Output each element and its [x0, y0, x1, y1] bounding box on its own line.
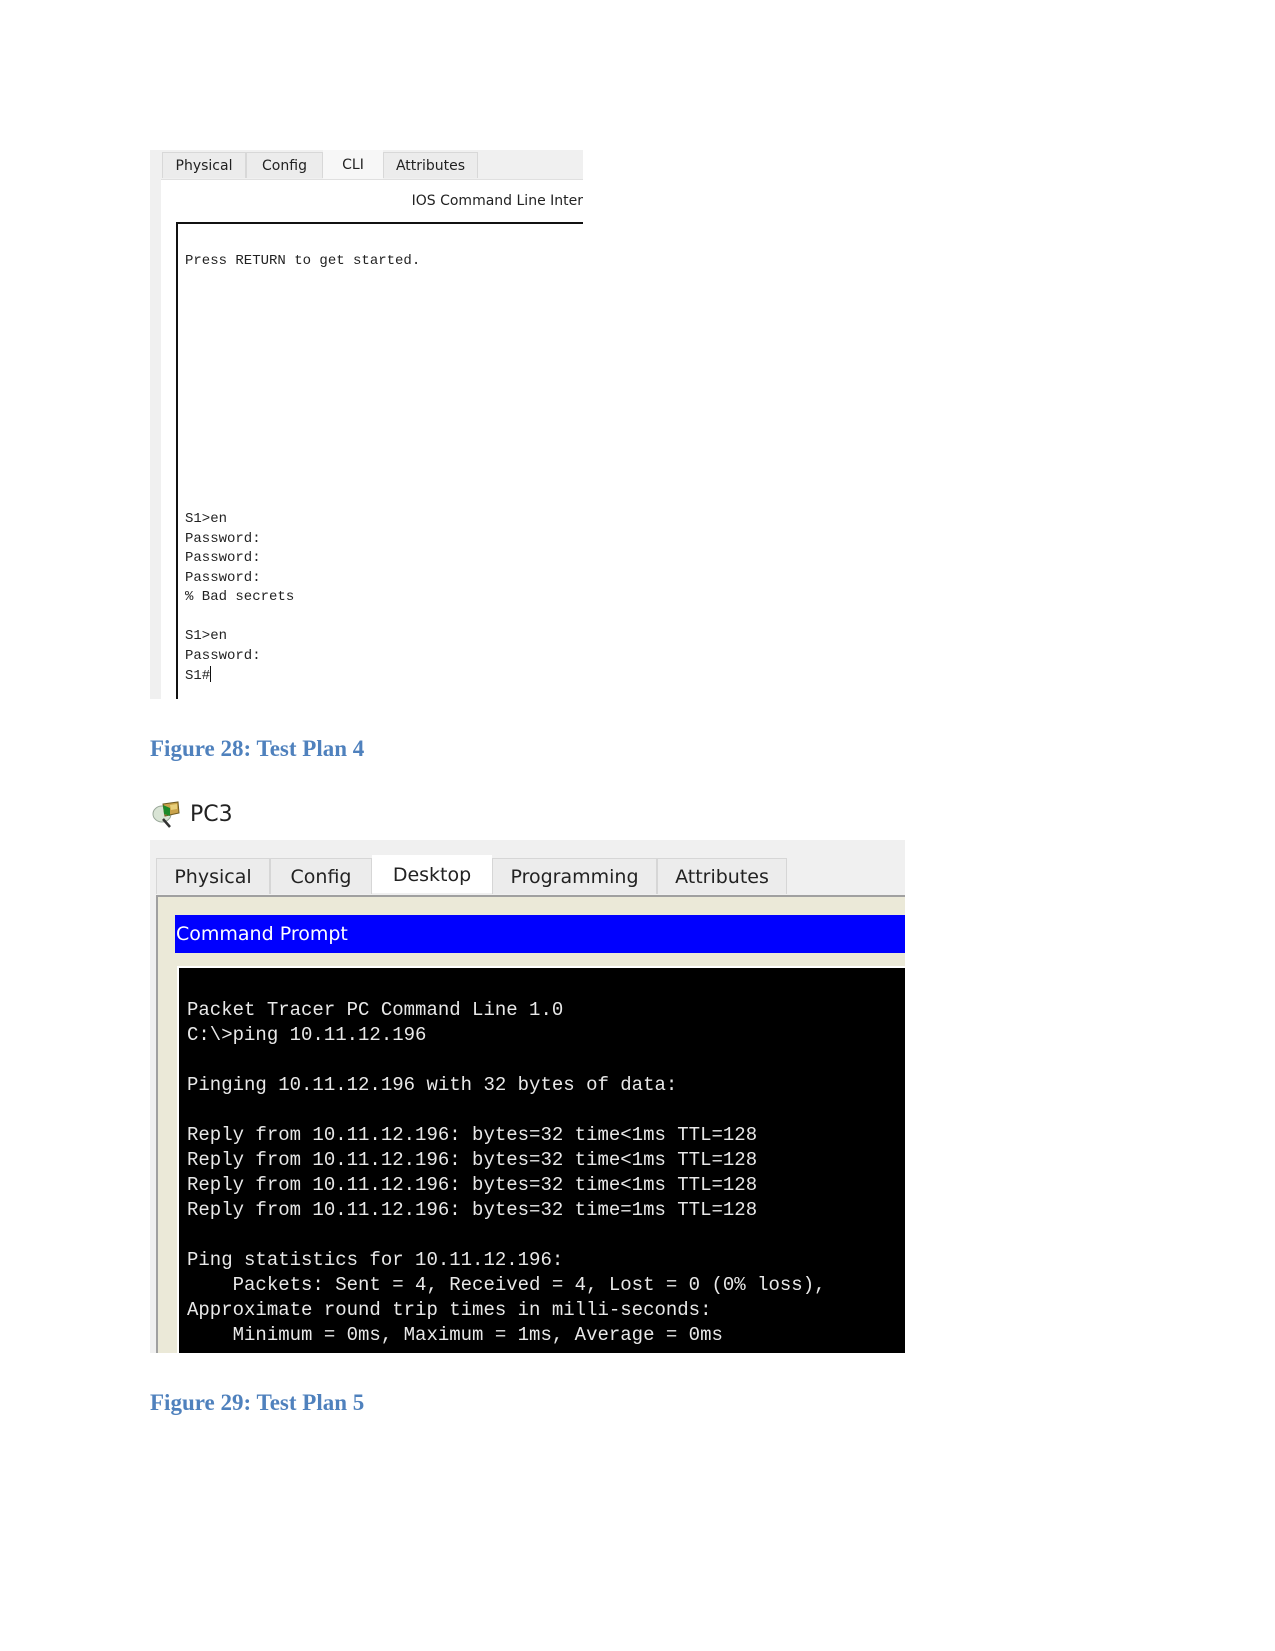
ios-cli-title: IOS Command Line Inter [411, 193, 583, 209]
figure-29-screenshot: Physical Config Desktop Programming Attr… [150, 840, 905, 1353]
desktop-tab-content: Command Prompt Packet Tracer PC Command … [156, 895, 905, 1353]
ios-terminal[interactable]: Press RETURN to get started. S1>en Passw… [176, 222, 583, 699]
command-prompt-title-bar: Command Prompt [175, 915, 905, 953]
terminal-banner: Press RETURN to get started. [185, 253, 421, 269]
tab-attributes[interactable]: Attributes [383, 152, 478, 178]
text-cursor [210, 666, 212, 682]
terminal-output: S1>en Password: Password: Password: % Ba… [185, 511, 295, 684]
device-tab-bar: Physical Config CLI Attributes [162, 150, 478, 179]
tab-cli[interactable]: CLI [323, 150, 383, 179]
device-tab-bar: Physical Config Desktop Programming Attr… [156, 855, 787, 894]
tab-desktop[interactable]: Desktop [372, 855, 492, 893]
tab-physical[interactable]: Physical [162, 152, 246, 178]
tab-config[interactable]: Config [270, 858, 372, 894]
figure-28-caption: Figure 28: Test Plan 4 [150, 736, 365, 761]
tab-attributes[interactable]: Attributes [657, 858, 787, 894]
figure-29-caption: Figure 29: Test Plan 5 [150, 1390, 365, 1415]
device-name: PC3 [190, 801, 233, 827]
tab-programming[interactable]: Programming [492, 858, 657, 894]
pc-device-icon [150, 799, 184, 829]
pc3-header: PC3 [150, 798, 233, 830]
terminal-output: Packet Tracer PC Command Line 1.0 C:\>pi… [187, 999, 826, 1346]
command-prompt-terminal[interactable]: Packet Tracer PC Command Line 1.0 C:\>pi… [177, 966, 905, 1353]
tab-config[interactable]: Config [246, 152, 323, 178]
command-prompt-title: Command Prompt [176, 923, 348, 945]
cli-tab-content: IOS Command Line Inter Press RETURN to g… [161, 179, 583, 699]
tab-physical[interactable]: Physical [156, 858, 270, 894]
figure-28-screenshot: Physical Config CLI Attributes IOS Comma… [150, 150, 583, 699]
